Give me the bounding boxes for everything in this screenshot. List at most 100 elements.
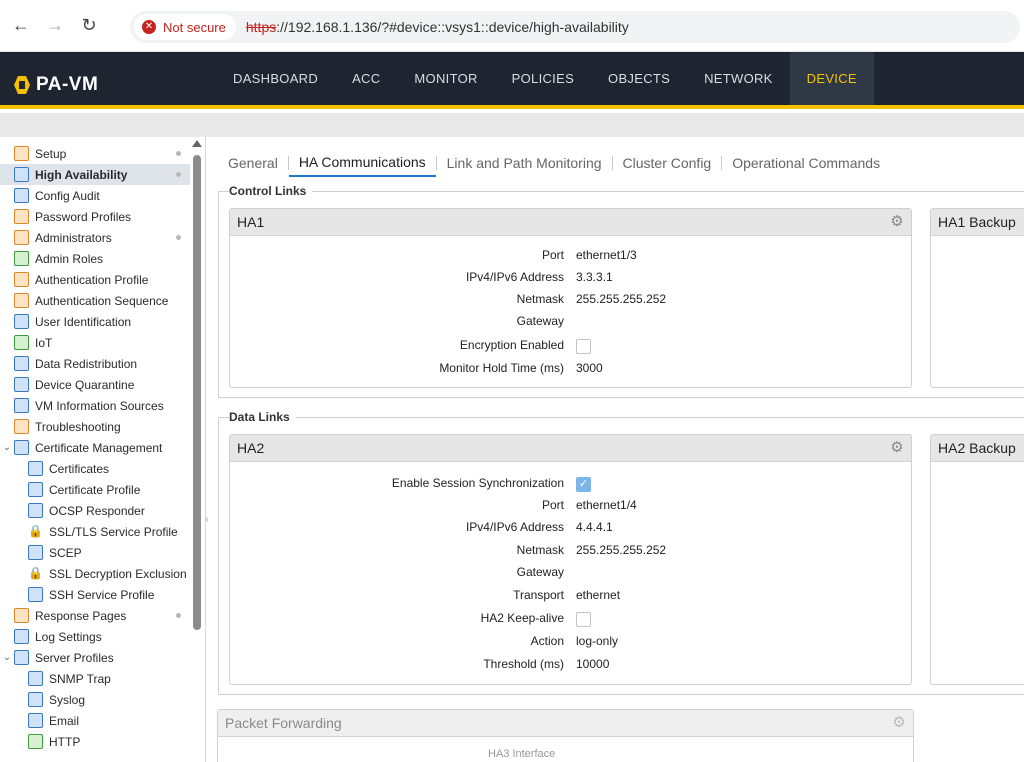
tab-general[interactable]: General bbox=[218, 149, 288, 177]
control-links-legend: Control Links bbox=[229, 184, 313, 198]
nav-acc[interactable]: ACC bbox=[335, 52, 397, 105]
sidebar-item-server-profiles[interactable]: ⌄ Server Profiles bbox=[0, 647, 114, 668]
sidebar-item-label: SNMP Trap bbox=[49, 671, 111, 686]
nav-policies[interactable]: POLICIES bbox=[495, 52, 591, 105]
sidebar-item-scep[interactable]: SCEP bbox=[28, 542, 82, 563]
sidebar-item-email[interactable]: Email bbox=[28, 710, 79, 731]
certificates-icon bbox=[28, 461, 43, 476]
sidebar-item-ocsp-responder[interactable]: OCSP Responder bbox=[28, 500, 145, 521]
sidebar-item-authentication-sequence[interactable]: Authentication Sequence bbox=[0, 290, 168, 311]
sub-toolbar bbox=[0, 113, 1024, 137]
logo-text: PA-VM bbox=[36, 74, 99, 95]
sidebar-item-authentication-profile[interactable]: Authentication Profile bbox=[0, 269, 148, 290]
tab-link-and-path-monitoring[interactable]: Link and Path Monitoring bbox=[437, 149, 612, 177]
security-chip[interactable]: ✕ Not secure bbox=[134, 14, 236, 40]
scroll-up-arrow-icon[interactable] bbox=[192, 140, 202, 147]
back-arrow-icon[interactable]: ← bbox=[8, 13, 34, 39]
sidebar-item-label: Email bbox=[49, 713, 80, 728]
ha2-keepalive-row: HA2 Keep-alive bbox=[230, 607, 910, 629]
ha1-monitor-row: Monitor Hold Time (ms) 3000 bbox=[230, 357, 910, 379]
ha1-backup-panel-header: HA1 Backup bbox=[931, 209, 1024, 236]
field-label: HA2 Keep-alive bbox=[480, 611, 564, 625]
nav-dashboard[interactable]: DASHBOARD bbox=[216, 52, 335, 105]
nav-network[interactable]: NETWORK bbox=[687, 52, 790, 105]
sidebar-item-administrators[interactable]: Administrators bbox=[0, 227, 112, 248]
gear-icon[interactable]: ⚙ bbox=[889, 440, 905, 456]
sidebar-item-label: Troubleshooting bbox=[35, 419, 121, 434]
sidebar-item-data-redistribution[interactable]: Data Redistribution bbox=[0, 353, 137, 374]
tab-operational-commands[interactable]: Operational Commands bbox=[722, 149, 890, 177]
ha1-backup-panel: HA1 Backup bbox=[930, 208, 1024, 388]
sidebar-item-certificate-profile[interactable]: Certificate Profile bbox=[28, 479, 140, 500]
sidebar-item-label: Password Profiles bbox=[35, 209, 132, 224]
sidebar-item-response-pages[interactable]: Response Pages bbox=[0, 605, 126, 626]
sidebar-item-log-settings[interactable]: Log Settings bbox=[0, 626, 102, 647]
ha2-netmask-value: 255.255.255.252 bbox=[576, 543, 667, 557]
sidebar-item-admin-roles[interactable]: Admin Roles bbox=[0, 248, 103, 269]
logo[interactable]: PA-VM bbox=[14, 74, 98, 96]
sidebar-item-troubleshooting[interactable]: Troubleshooting bbox=[0, 416, 121, 437]
ha1-ip-row: IPv4/IPv6 Address 3.3.3.1 bbox=[230, 266, 910, 288]
chevron-down-icon[interactable]: ⌄ bbox=[0, 442, 14, 453]
ha2-panel: HA2 ⚙ Enable Session Synchronization ✓ Po… bbox=[229, 434, 912, 685]
log-settings-icon bbox=[14, 629, 29, 644]
sidebar-item-label: VM Information Sources bbox=[35, 398, 164, 413]
encryption-enabled-checkbox[interactable] bbox=[576, 339, 591, 354]
sidebar-item-certificates[interactable]: Certificates bbox=[28, 458, 109, 479]
sidebar-item-label: SSL Decryption Exclusion bbox=[49, 566, 187, 581]
field-label: Port bbox=[541, 498, 564, 512]
sidebar-item-label: Syslog bbox=[49, 692, 86, 707]
sidebar-item-vm-information-sources[interactable]: VM Information Sources bbox=[0, 395, 164, 416]
sidebar-item-setup[interactable]: Setup bbox=[0, 143, 66, 164]
session-sync-checkbox[interactable]: ✓ bbox=[576, 477, 591, 492]
ha1-panel-header: HA1 ⚙ bbox=[230, 209, 911, 236]
ha3-interface-label: HA3 Interface bbox=[488, 748, 556, 760]
email-icon bbox=[28, 713, 43, 728]
nav-monitor[interactable]: MONITOR bbox=[397, 52, 494, 105]
sidebar-item-password-profiles[interactable]: Password Profiles bbox=[0, 206, 131, 227]
url-text[interactable]: https://192.168.1.136/?#device::vsys1::d… bbox=[246, 19, 629, 35]
ha2-port-value: ethernet1/4 bbox=[576, 498, 637, 512]
sidebar-item-snmp-trap[interactable]: SNMP Trap bbox=[28, 668, 111, 689]
chevron-down-icon[interactable]: ⌄ bbox=[0, 652, 14, 663]
password-profiles-icon bbox=[14, 209, 29, 224]
nav-objects[interactable]: OBJECTS bbox=[591, 52, 687, 105]
tab-ha-communications[interactable]: HA Communications bbox=[288, 149, 436, 177]
sidebar-item-iot[interactable]: IoT bbox=[0, 332, 52, 353]
admin-roles-icon bbox=[14, 251, 29, 266]
sidebar-item-http[interactable]: HTTP bbox=[28, 731, 80, 752]
sidebar-item-certificate-management[interactable]: ⌄ Certificate Management bbox=[0, 437, 162, 458]
ssh-service-profile-icon bbox=[28, 587, 43, 602]
sidebar-item-ssl-tls-service-profile[interactable]: 🔒 SSL/TLS Service Profile bbox=[28, 521, 178, 542]
ha1-netmask-value: 255.255.255.252 bbox=[576, 292, 667, 306]
sidebar-item-config-audit[interactable]: Config Audit bbox=[0, 185, 100, 206]
forward-arrow-icon[interactable]: → bbox=[42, 13, 68, 39]
status-dot bbox=[176, 235, 181, 240]
field-label: IPv4/IPv6 Address bbox=[465, 520, 564, 534]
administrators-icon bbox=[14, 230, 29, 245]
fieldset-border bbox=[218, 694, 1024, 695]
tab-cluster-config[interactable]: Cluster Config bbox=[613, 149, 722, 177]
ha2-keepalive-checkbox[interactable] bbox=[576, 612, 591, 627]
ha2-backup-panel: HA2 Backup bbox=[930, 434, 1024, 685]
logo-mark-icon bbox=[14, 76, 30, 94]
sidebar-item-ssl-decryption-exclusion[interactable]: 🔒 SSL Decryption Exclusion bbox=[28, 563, 187, 584]
tab-bar: General HA Communications Link and Path … bbox=[218, 148, 890, 178]
sidebar-item-device-quarantine[interactable]: Device Quarantine bbox=[0, 374, 134, 395]
sidebar-scrollbar-thumb[interactable] bbox=[193, 155, 201, 630]
field-label: Transport bbox=[513, 588, 564, 602]
nav-device[interactable]: DEVICE bbox=[789, 52, 874, 105]
sidebar-item-ssh-service-profile[interactable]: SSH Service Profile bbox=[28, 584, 154, 605]
gear-icon[interactable]: ⚙ bbox=[889, 214, 905, 230]
sidebar-item-syslog[interactable]: Syslog bbox=[28, 689, 85, 710]
sidebar-item-high-availability[interactable]: High Availability bbox=[0, 164, 190, 185]
collapse-handle-icon[interactable]: ‹ bbox=[203, 505, 211, 533]
action-value: log-only bbox=[576, 634, 619, 648]
lock-icon: 🔒 bbox=[28, 566, 43, 580]
fieldset-border bbox=[218, 397, 1024, 398]
reload-icon[interactable]: ↻ bbox=[76, 13, 102, 39]
sidebar-item-user-identification[interactable]: User Identification bbox=[0, 311, 131, 332]
user-identification-icon bbox=[14, 314, 29, 329]
gear-icon[interactable]: ⚙ bbox=[891, 715, 907, 731]
address-bar[interactable]: ✕ Not secure https://192.168.1.136/?#dev… bbox=[130, 11, 1020, 43]
